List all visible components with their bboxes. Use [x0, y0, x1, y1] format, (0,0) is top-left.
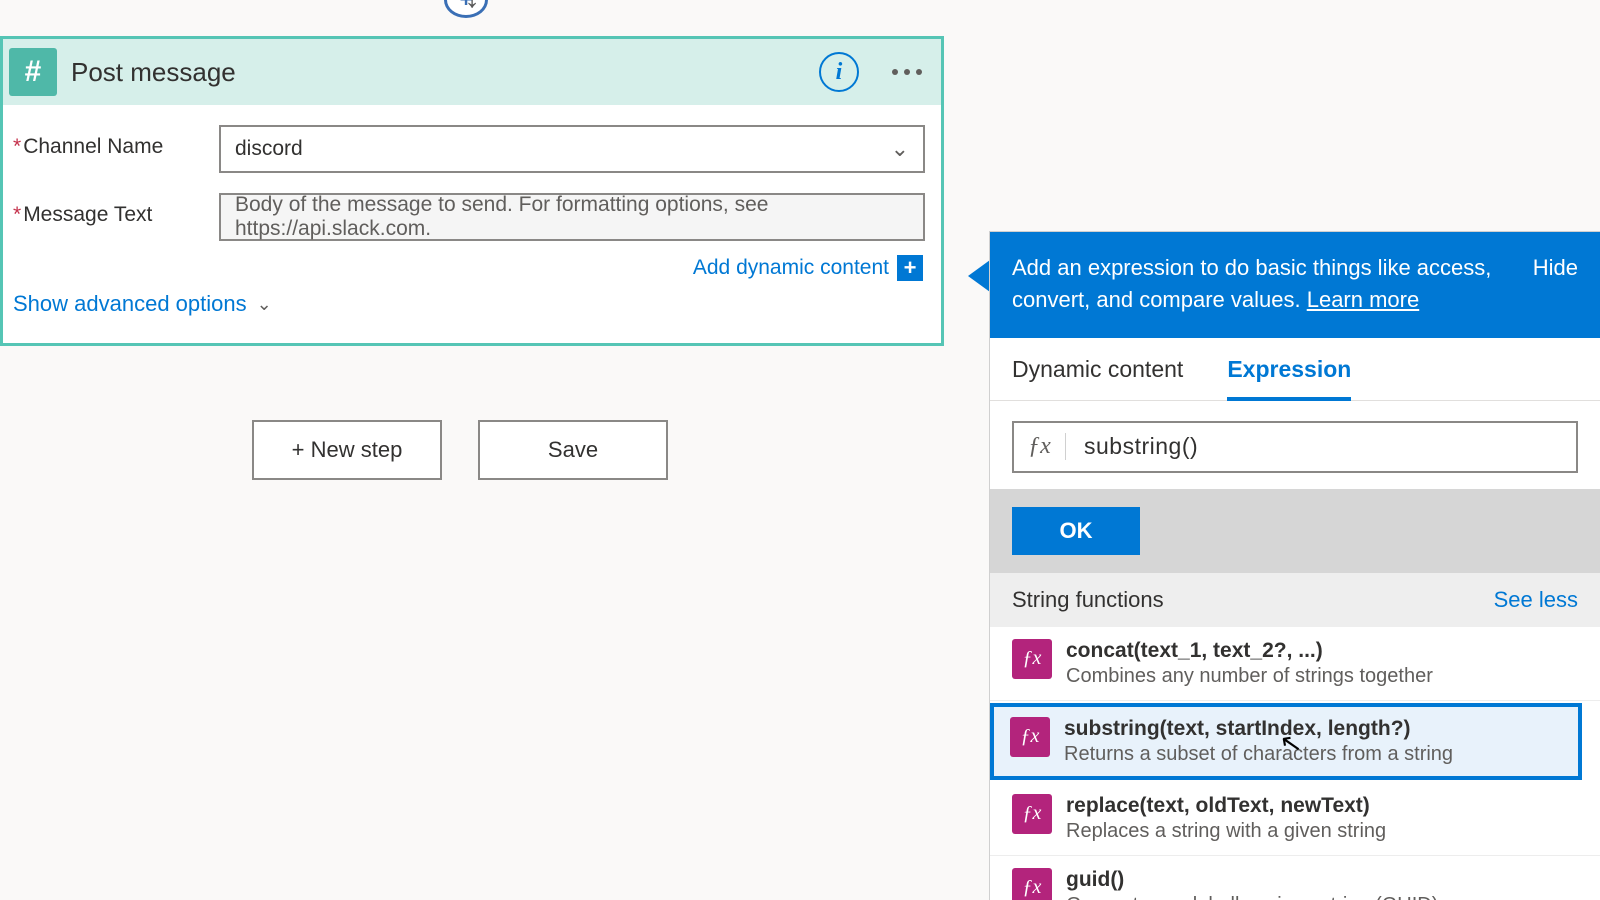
expression-pane: Add an expression to do basic things lik…: [990, 232, 1600, 900]
function-replace[interactable]: ƒx replace(text, oldText, newText) Repla…: [990, 782, 1600, 856]
add-dynamic-plus-icon[interactable]: +: [897, 255, 923, 281]
function-description: Generates a globally unique string (GUID…: [1066, 894, 1438, 900]
channel-name-select[interactable]: discord ⌄: [219, 125, 925, 173]
fx-badge-icon: ƒx: [1012, 794, 1052, 834]
callout-pointer-icon: [968, 260, 990, 292]
function-signature: substring(text, startIndex, length?): [1064, 717, 1453, 741]
function-substring[interactable]: ƒx substring(text, startIndex, length?) …: [990, 703, 1582, 780]
learn-more-link[interactable]: Learn more: [1307, 287, 1420, 312]
function-concat[interactable]: ƒx concat(text_1, text_2?, ...) Combines…: [990, 627, 1600, 701]
see-less-link[interactable]: See less: [1494, 587, 1578, 613]
tab-expression[interactable]: Expression: [1227, 356, 1351, 401]
card-title: Post message: [71, 57, 819, 88]
message-text-placeholder: Body of the message to send. For formatt…: [235, 193, 909, 241]
function-description: Replaces a string with a given string: [1066, 820, 1386, 843]
slack-connector-icon: #: [9, 48, 57, 96]
add-dynamic-content-link[interactable]: Add dynamic content: [693, 256, 889, 280]
expression-input-value: substring(): [1066, 433, 1198, 460]
channel-name-value: discord: [235, 137, 303, 161]
info-icon[interactable]: i: [819, 52, 859, 92]
fx-icon: ƒx: [1014, 433, 1066, 460]
more-menu-button[interactable]: [887, 69, 927, 75]
fx-badge-icon: ƒx: [1010, 717, 1050, 757]
new-step-button[interactable]: + New step: [252, 420, 442, 480]
tab-dynamic-content[interactable]: Dynamic content: [1012, 356, 1183, 400]
action-card-post-message: # Post message i *Channel Name discord ⌄…: [0, 36, 944, 346]
chevron-down-icon: ⌄: [891, 136, 909, 162]
expression-banner: Add an expression to do basic things lik…: [990, 232, 1600, 338]
expression-input[interactable]: ƒx substring(): [1012, 421, 1578, 473]
message-text-label: *Message Text: [13, 193, 219, 227]
fx-badge-icon: ƒx: [1012, 868, 1052, 900]
function-guid[interactable]: ƒx guid() Generates a globally unique st…: [990, 856, 1600, 900]
function-description: Combines any number of strings together: [1066, 665, 1433, 688]
fx-badge-icon: ƒx: [1012, 639, 1052, 679]
channel-name-label: *Channel Name: [13, 125, 219, 159]
card-header: # Post message i: [3, 39, 941, 105]
ok-button[interactable]: OK: [1012, 507, 1140, 555]
function-list: ƒx concat(text_1, text_2?, ...) Combines…: [990, 627, 1600, 900]
expression-banner-text: Add an expression to do basic things lik…: [1012, 255, 1491, 312]
function-signature: replace(text, oldText, newText): [1066, 794, 1386, 818]
function-description: Returns a subset of characters from a st…: [1064, 743, 1453, 766]
message-text-input[interactable]: Body of the message to send. For formatt…: [219, 193, 925, 241]
chevron-down-icon: ⌄: [257, 294, 272, 315]
save-button[interactable]: Save: [478, 420, 668, 480]
string-functions-heading: String functions: [1012, 587, 1164, 613]
show-advanced-options-link[interactable]: Show advanced options: [13, 291, 247, 317]
hide-button[interactable]: Hide: [1533, 252, 1578, 284]
function-signature: concat(text_1, text_2?, ...): [1066, 639, 1433, 663]
function-signature: guid(): [1066, 868, 1438, 892]
flow-arrow-icon: ↓: [458, 0, 486, 2]
